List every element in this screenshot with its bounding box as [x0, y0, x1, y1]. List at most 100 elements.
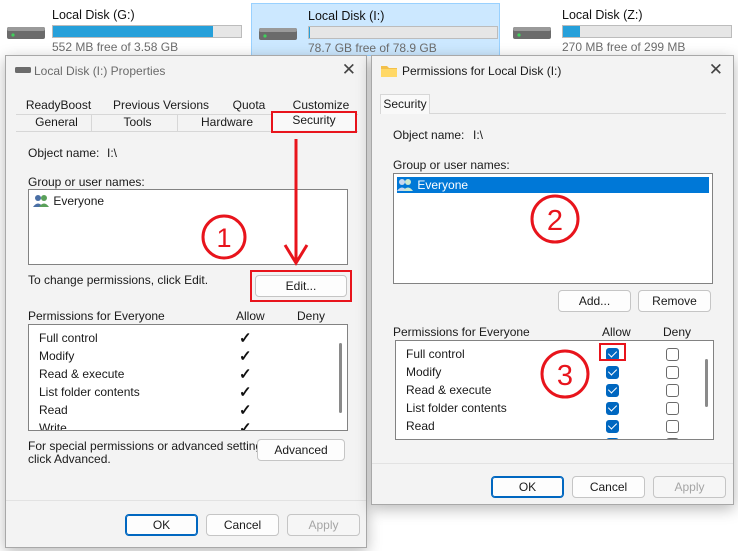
object-name-label: Object name: [393, 128, 465, 142]
user-list[interactable]: Everyone [393, 173, 713, 284]
properties-dialog: Local Disk (I:) Properties ✕ ReadyBoost … [5, 55, 367, 548]
group-label: Group or user names: [393, 158, 510, 172]
advanced-button[interactable]: Advanced [257, 439, 345, 461]
allow-checkbox[interactable] [606, 438, 619, 439]
permission-name: Read & execute [406, 383, 492, 397]
drive-usage-fill [309, 27, 310, 38]
allow-checkbox[interactable] [606, 348, 619, 361]
ok-button[interactable]: OK [491, 476, 564, 498]
drive-name: Local Disk (Z:) [562, 8, 643, 22]
drive-usage-fill [53, 26, 213, 37]
drive-name: Local Disk (I:) [308, 9, 385, 23]
users-icon [33, 194, 49, 207]
scrollbar[interactable] [339, 343, 342, 413]
list-item[interactable]: Everyone [397, 177, 709, 193]
permission-name: Write [39, 421, 67, 431]
permission-name: List folder contents [406, 401, 507, 415]
properties-titlebar: Local Disk (I:) Properties ✕ [6, 56, 366, 86]
tab-previous-versions[interactable]: Previous Versions [113, 97, 209, 115]
deny-checkbox[interactable] [666, 348, 679, 361]
drive-free-space: 552 MB free of 3.58 GB [52, 40, 179, 54]
drive-free-space: 270 MB free of 299 MB [562, 40, 686, 54]
permissions-titlebar: Permissions for Local Disk (I:) ✕ [372, 56, 733, 86]
close-icon[interactable]: ✕ [342, 60, 356, 80]
check-icon: ✓ [239, 366, 252, 383]
permission-name: Full control [406, 347, 465, 361]
tab-security[interactable]: Security [380, 94, 430, 114]
special-permissions-text-2: click Advanced. [28, 452, 111, 466]
close-icon[interactable]: ✕ [709, 60, 723, 80]
drive-tile-z[interactable]: Local Disk (Z:) 270 MB free of 299 MB [506, 3, 738, 56]
permission-name: Modify [406, 365, 442, 379]
allow-checkbox[interactable] [606, 402, 619, 415]
drive-icon [7, 27, 45, 39]
permission-name: Read & execute [39, 367, 125, 381]
check-icon: ✓ [239, 348, 252, 365]
drive-name: Local Disk (G:) [52, 8, 135, 22]
step-arrow [283, 139, 309, 266]
permissions-title: Permissions for Local Disk (I:) [402, 64, 562, 78]
allow-checkbox[interactable] [606, 384, 619, 397]
deny-checkbox[interactable] [666, 366, 679, 379]
allow-checkbox[interactable] [606, 366, 619, 379]
permission-name: Modify [39, 349, 75, 363]
apply-button[interactable]: Apply [653, 476, 726, 498]
tab-hardware[interactable]: Hardware [182, 114, 272, 132]
drive-tile-i[interactable]: Local Disk (I:) 78.7 GB free of 78.9 GB [251, 3, 500, 56]
drive-tile-g[interactable]: Local Disk (G:) 552 MB free of 3.58 GB [0, 3, 246, 56]
check-icon: ✓ [239, 420, 252, 431]
allow-checkbox[interactable] [606, 420, 619, 433]
properties-title: Local Disk (I:) Properties [34, 64, 166, 78]
deny-checkbox[interactable] [666, 384, 679, 397]
permissions-list: Full control Modify Read & execute List … [395, 340, 714, 440]
add-button[interactable]: Add... [558, 290, 631, 312]
cancel-button[interactable]: Cancel [206, 514, 279, 536]
ok-button[interactable]: OK [125, 514, 198, 536]
deny-checkbox[interactable] [666, 402, 679, 415]
check-icon: ✓ [239, 384, 252, 401]
footer-divider [372, 463, 733, 464]
deny-header: Deny [297, 309, 326, 323]
apply-button[interactable]: Apply [287, 514, 360, 536]
change-permissions-hint: To change permissions, click Edit. [28, 273, 209, 287]
list-item[interactable]: Everyone [33, 193, 104, 209]
check-icon: ✓ [239, 330, 252, 347]
permissions-header: Permissions for Everyone [393, 325, 530, 339]
drive-usage-bar [562, 25, 732, 38]
scrollbar[interactable] [705, 359, 708, 407]
permission-name: List folder contents [39, 385, 140, 399]
drive-icon [513, 27, 551, 39]
permissions-list: Full control ✓ Modify ✓ Read & execute ✓… [28, 324, 348, 431]
allow-header: Allow [602, 325, 631, 339]
permission-name: Full control [39, 331, 98, 345]
tab-quota[interactable]: Quota [224, 97, 274, 115]
object-name-value: I:\ [107, 146, 118, 160]
permission-name: Read [39, 403, 68, 417]
permission-name: Read [406, 419, 435, 433]
deny-header: Deny [663, 325, 692, 339]
user-name: Everyone [417, 177, 469, 192]
drive-free-space: 78.7 GB free of 78.9 GB [308, 41, 437, 55]
check-icon: ✓ [239, 402, 252, 419]
tab-security[interactable]: Security [273, 112, 355, 130]
users-icon [397, 178, 413, 191]
deny-checkbox[interactable] [666, 438, 679, 439]
drive-usage-bar [308, 26, 498, 39]
tab-tools[interactable]: Tools [98, 114, 178, 132]
special-permissions-text: For special permissions or advanced sett… [28, 439, 272, 453]
user-name: Everyone [53, 193, 105, 208]
footer-divider [6, 500, 366, 501]
cancel-button[interactable]: Cancel [572, 476, 645, 498]
folder-icon [381, 66, 397, 77]
drive-icon [259, 28, 297, 40]
tab-panel-border [430, 113, 726, 114]
object-name-label: Object name: [28, 146, 100, 160]
drive-usage-bar [52, 25, 242, 38]
permissions-header: Permissions for Everyone [28, 309, 165, 323]
permissions-dialog: Permissions for Local Disk (I:) ✕ Securi… [371, 55, 734, 505]
edit-button[interactable]: Edit... [255, 275, 347, 297]
tab-readyboost[interactable]: ReadyBoost [22, 97, 95, 115]
deny-checkbox[interactable] [666, 420, 679, 433]
remove-button[interactable]: Remove [638, 290, 711, 312]
tab-general[interactable]: General [22, 114, 92, 132]
